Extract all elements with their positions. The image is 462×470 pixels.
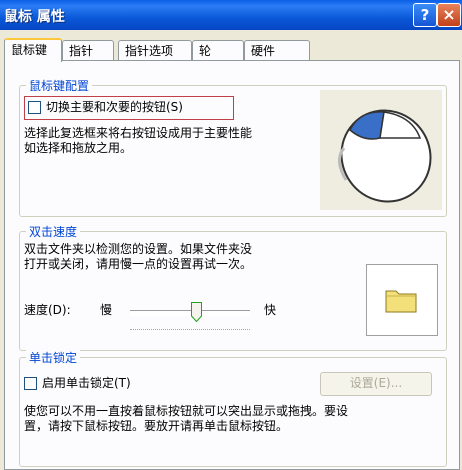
double-click-group: 双击速度 双击文件夹以检测您的设置。如果文件夹没 打开或关闭，请用慢一点的设置再… <box>19 223 447 351</box>
settings-button[interactable]: 设置(E)... <box>320 372 432 396</box>
speed-slider-track[interactable] <box>130 310 250 315</box>
button-config-description-2: 如选择和拖放之用。 <box>24 141 133 155</box>
click-lock-legend: 单击锁定 <box>26 349 81 366</box>
tab-pointers[interactable]: 指针 <box>62 40 114 60</box>
switch-buttons-label[interactable]: 切换主要和次要的按钮(S) <box>46 100 183 115</box>
button-config-description-1: 选择此复选框来将右按钮设成用于主要性能 <box>24 126 253 140</box>
tab-panel: 鼠标键配置 切换主要和次要的按钮(S) 选择此复选框来将右按钮设成用于主要性能 … <box>4 60 460 470</box>
tab-strip: 鼠标键 指针 指针选项 轮 硬件 <box>0 38 462 62</box>
tab-pointer-options[interactable]: 指针选项 <box>118 40 192 60</box>
tab-wheel[interactable]: 轮 <box>192 40 244 60</box>
close-icon[interactable]: × <box>437 3 461 27</box>
switch-buttons-checkbox[interactable] <box>28 101 41 114</box>
test-area[interactable] <box>366 264 438 336</box>
tab-mouse-buttons[interactable]: 鼠标键 <box>4 38 62 62</box>
click-lock-description-1: 使您可以不用一直按着鼠标按钮就可以突出显示或拖拽。要设 <box>24 404 349 418</box>
window-title: 鼠标 属性 <box>4 9 65 25</box>
slider-thumb-icon[interactable] <box>191 302 202 322</box>
tab-hardware[interactable]: 硬件 <box>244 40 310 60</box>
double-click-legend: 双击速度 <box>26 223 81 240</box>
title-bar: 鼠标 属性 ? × <box>0 0 462 30</box>
click-lock-label[interactable]: 启用单击锁定(T) <box>42 376 131 391</box>
slow-label: 慢 <box>100 303 113 317</box>
fast-label: 快 <box>264 303 277 317</box>
mouse-icon <box>320 90 442 210</box>
help-icon[interactable]: ? <box>413 3 437 27</box>
folder-icon[interactable] <box>385 287 417 313</box>
double-click-description-1: 双击文件夹以检测您的设置。如果文件夹没 <box>24 242 253 256</box>
button-config-legend: 鼠标键配置 <box>26 77 93 94</box>
double-click-description-2: 打开或关闭，请用慢一点的设置再试一次。 <box>24 257 253 271</box>
click-lock-description-2: 置，请按下鼠标按钮。要放开请再单击鼠标按钮。 <box>24 419 289 433</box>
click-lock-group: 单击锁定 启用单击锁定(T) 设置(E)... 使您可以不用一直按着鼠标按钮就可… <box>19 349 447 467</box>
speed-slider-ticks <box>130 329 250 330</box>
click-lock-checkbox[interactable] <box>24 377 37 390</box>
speed-label: 速度(D): <box>24 303 71 317</box>
button-config-group: 鼠标键配置 切换主要和次要的按钮(S) 选择此复选框来将右按钮设成用于主要性能 … <box>19 77 447 217</box>
